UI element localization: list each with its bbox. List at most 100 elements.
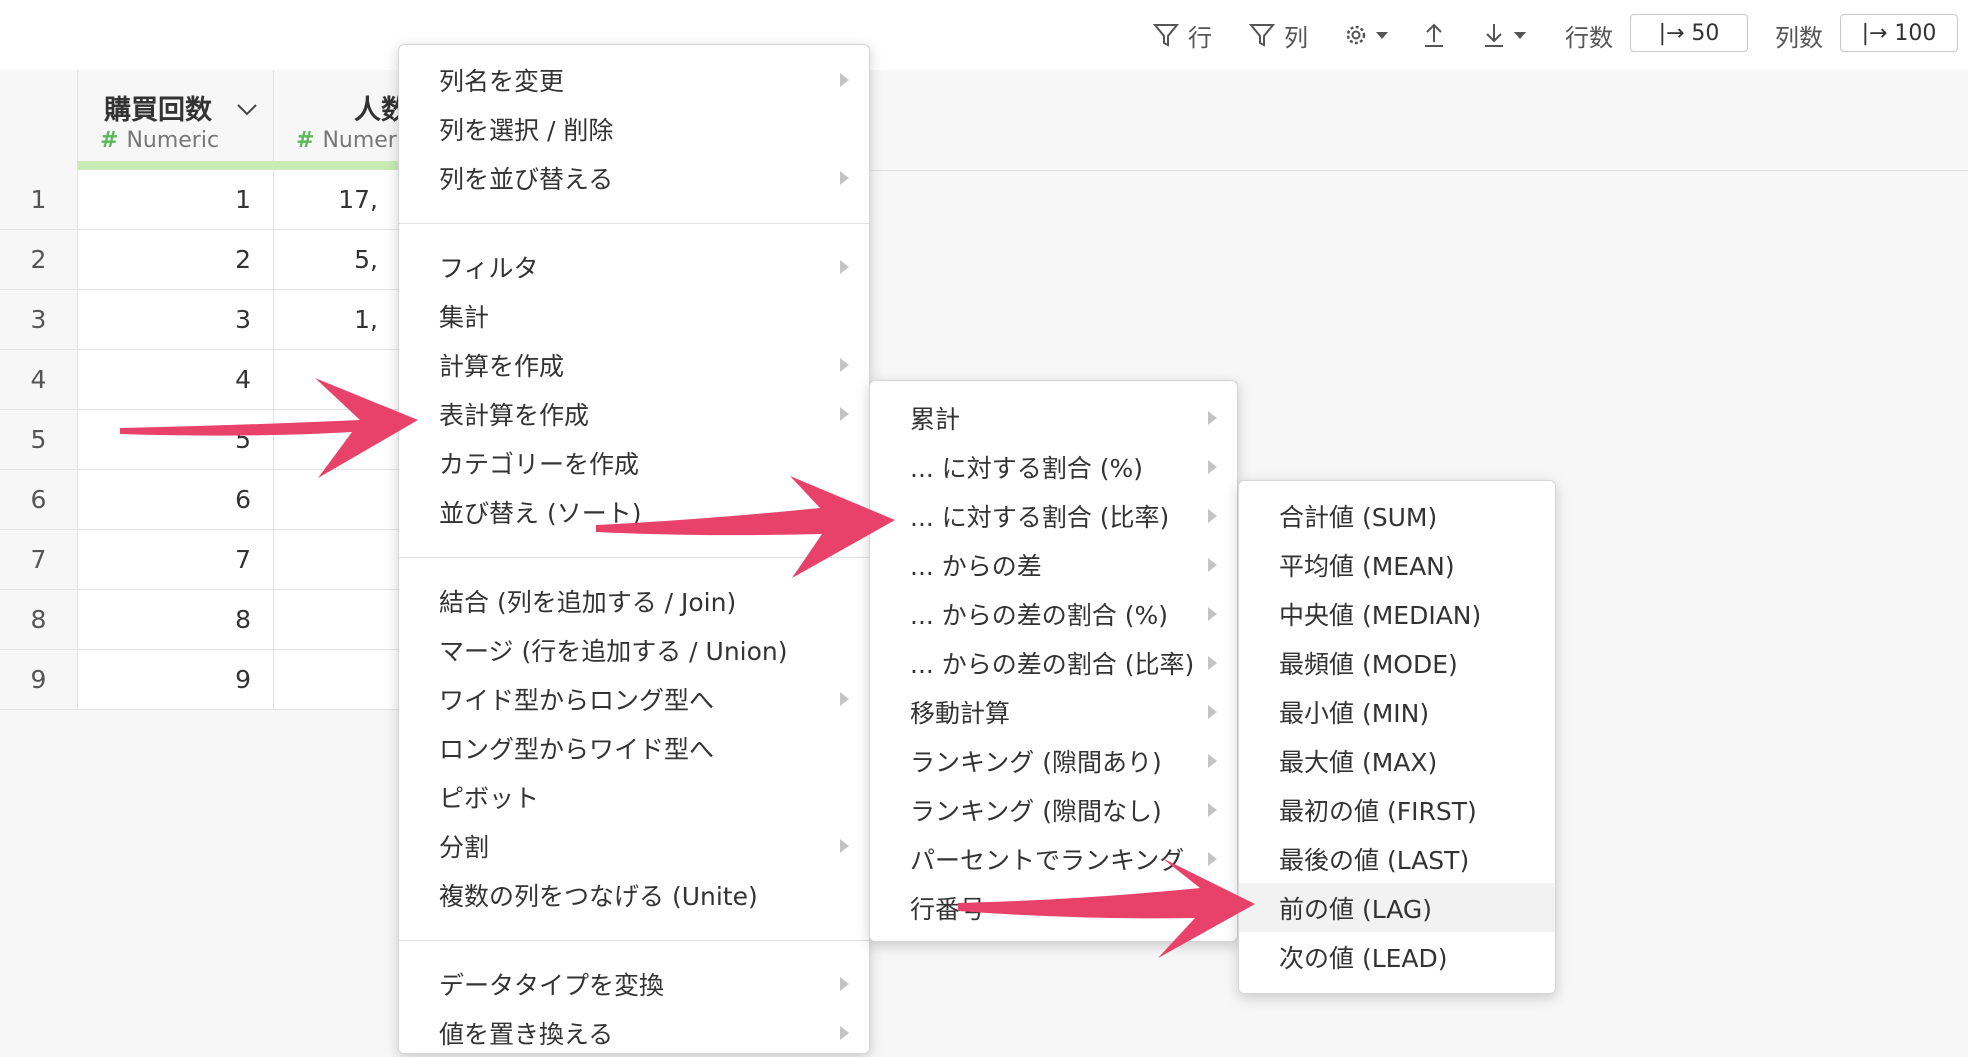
menu-item[interactable]: データタイプを変換: [399, 959, 869, 1008]
menu-item-label: 最大値 (MAX): [1279, 747, 1438, 777]
submenu-arrow-icon: [1208, 607, 1217, 621]
cols-count-input[interactable]: |→ 100: [1840, 14, 1958, 52]
menu-item-label: 平均値 (MEAN): [1279, 551, 1455, 581]
menu-separator: [399, 223, 869, 224]
table-cell[interactable]: 2: [78, 230, 274, 290]
table-cell[interactable]: 8: [78, 590, 274, 650]
row-index: 7: [0, 530, 78, 590]
menu-item[interactable]: 中央値 (MEDIAN): [1239, 589, 1555, 638]
upload-button[interactable]: [1420, 18, 1448, 52]
menu-item[interactable]: 列を選択 / 削除: [399, 104, 869, 153]
row-index: 2: [0, 230, 78, 290]
menu-item-label: 値を置き換える: [439, 1019, 614, 1049]
menu-item[interactable]: 行番号: [870, 883, 1237, 932]
menu-item[interactable]: 最後の値 (LAST): [1239, 834, 1555, 883]
table-cell[interactable]: [274, 530, 400, 590]
menu-item[interactable]: 表計算を作成: [399, 389, 869, 438]
table-cell[interactable]: 4: [78, 350, 274, 410]
menu-item-label: パーセントでランキング: [910, 845, 1185, 875]
menu-item[interactable]: 最頻値 (MODE): [1239, 638, 1555, 687]
menu-item[interactable]: ロング型からワイド型へ: [399, 723, 869, 772]
menu-item[interactable]: カテゴリーを作成: [399, 438, 869, 487]
toolbar: 行 列 行数 |→ 50 列数 |→ 100: [0, 0, 1968, 71]
menu-item[interactable]: フィルタ: [399, 242, 869, 291]
menu-item[interactable]: 列を並び替える: [399, 153, 869, 202]
menu-item[interactable]: 集計: [399, 291, 869, 340]
menu-item-label: ... に対する割合 (%): [910, 453, 1143, 483]
menu-item[interactable]: 次の値 (LEAD): [1239, 932, 1555, 981]
submenu-arrow-icon: [1208, 852, 1217, 866]
row-index: 5: [0, 410, 78, 470]
table-cell[interactable]: 7: [78, 530, 274, 590]
submenu-arrow-icon: [840, 171, 849, 185]
menu-item[interactable]: ワイド型からロング型へ: [399, 674, 869, 723]
menu-item[interactable]: 複数の列をつなげる (Unite): [399, 870, 869, 919]
caret-down-icon: [1376, 32, 1388, 39]
row-index: 6: [0, 470, 78, 530]
row-index: 9: [0, 650, 78, 710]
submenu-arrow-icon: [840, 977, 849, 991]
table-row: 44: [0, 350, 400, 410]
menu-item[interactable]: 最大値 (MAX): [1239, 736, 1555, 785]
filter-col-button[interactable]: 列: [1248, 18, 1308, 52]
settings-button[interactable]: [1342, 18, 1390, 52]
submenu-arrow-icon: [840, 1026, 849, 1040]
menu-item[interactable]: ... からの差: [870, 540, 1237, 589]
menu-item[interactable]: ランキング (隙間なし): [870, 785, 1237, 834]
menu-item[interactable]: マージ (行を追加する / Union): [399, 625, 869, 674]
menu-item-label: ... に対する割合 (比率): [910, 502, 1170, 532]
menu-item[interactable]: 移動計算: [870, 687, 1237, 736]
menu-item-label: 最小値 (MIN): [1279, 698, 1430, 728]
menu-item-label: ワイド型からロング型へ: [439, 685, 715, 715]
submenu-arrow-icon: [1208, 558, 1217, 572]
table-cell[interactable]: 9: [78, 650, 274, 710]
table-cell[interactable]: 5: [78, 410, 274, 470]
menu-item[interactable]: 列名を変更: [399, 55, 869, 104]
menu-item[interactable]: パーセントでランキング: [870, 834, 1237, 883]
menu-item-label: ... からの差: [910, 551, 1042, 581]
rows-count-input[interactable]: |→ 50: [1630, 14, 1748, 52]
numeric-type-icon: #: [100, 128, 119, 153]
menu-item[interactable]: ... からの差の割合 (比率): [870, 638, 1237, 687]
table-row: 77: [0, 530, 400, 590]
menu-item[interactable]: 結合 (列を追加する / Join): [399, 576, 869, 625]
menu-item[interactable]: 計算を作成: [399, 340, 869, 389]
menu-item-label: 累計: [910, 404, 961, 434]
table-cell[interactable]: [274, 590, 400, 650]
submenu-arrow-icon: [1208, 509, 1217, 523]
table-cell[interactable]: [274, 650, 400, 710]
chevron-down-icon[interactable]: [235, 100, 259, 118]
menu-item[interactable]: ... に対する割合 (比率): [870, 491, 1237, 540]
menu-item[interactable]: ... からの差の割合 (%): [870, 589, 1237, 638]
menu-item[interactable]: 平均値 (MEAN): [1239, 540, 1555, 589]
table-cell[interactable]: [274, 470, 400, 530]
menu-item[interactable]: 前の値 (LAG): [1239, 883, 1555, 932]
table-row: 55: [0, 410, 400, 470]
table-cell[interactable]: 17,: [274, 170, 400, 230]
menu-item[interactable]: 分割: [399, 821, 869, 870]
menu-separator: [399, 557, 869, 558]
table-cell[interactable]: [274, 350, 400, 410]
menu-item[interactable]: ランキング (隙間あり): [870, 736, 1237, 785]
table-cell[interactable]: 6: [78, 470, 274, 530]
download-button[interactable]: [1480, 18, 1528, 52]
filter-row-button[interactable]: 行: [1152, 18, 1212, 52]
submenu-arrow-icon: [1208, 411, 1217, 425]
menu-item[interactable]: 合計値 (SUM): [1239, 491, 1555, 540]
menu-item-label: データタイプを変換: [439, 970, 665, 1000]
menu-item[interactable]: ... に対する割合 (%): [870, 442, 1237, 491]
table-cell[interactable]: 3: [78, 290, 274, 350]
table-cell[interactable]: 1,: [274, 290, 400, 350]
table-cell[interactable]: 1: [78, 170, 274, 230]
column-header-people[interactable]: 人数 # Numeric: [274, 70, 415, 170]
table-cell[interactable]: 5,: [274, 230, 400, 290]
menu-item[interactable]: 値を置き換える: [399, 1008, 869, 1057]
column-header-purchase-count[interactable]: 購買回数 # Numeric: [78, 70, 274, 170]
menu-item-label: 結合 (列を追加する / Join): [439, 587, 737, 617]
menu-item[interactable]: 最小値 (MIN): [1239, 687, 1555, 736]
menu-item[interactable]: 累計: [870, 393, 1237, 442]
menu-item[interactable]: 並び替え (ソート): [399, 487, 869, 536]
menu-item[interactable]: ピボット: [399, 772, 869, 821]
table-cell[interactable]: [274, 410, 400, 470]
menu-item[interactable]: 最初の値 (FIRST): [1239, 785, 1555, 834]
